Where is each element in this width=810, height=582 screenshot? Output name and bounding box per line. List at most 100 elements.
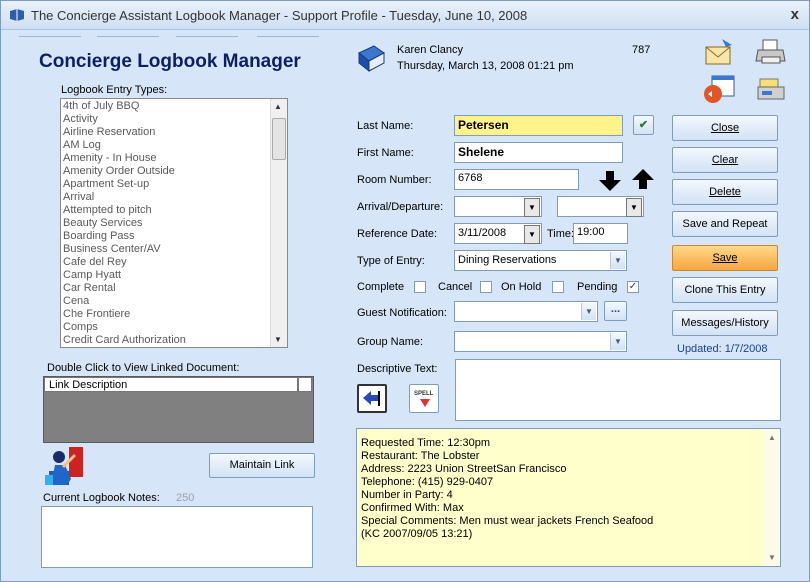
entry-type-item[interactable]: Cena	[63, 295, 269, 308]
notes-count: 250	[176, 492, 195, 504]
chevron-down-icon[interactable]: ▼	[581, 303, 596, 320]
entry-type-item[interactable]: Credit Card Authorization	[63, 334, 269, 347]
room-number-input[interactable]: 6768	[454, 169, 579, 190]
entry-type-item[interactable]: Airline Reservation	[63, 126, 269, 139]
entry-types-items: 4th of July BBQ Activity Airline Reservati…	[63, 100, 269, 347]
entry-type-item[interactable]: Business Center/AV	[63, 243, 269, 256]
type-of-entry-dropdown[interactable]: Dining Reservations ▼	[454, 250, 627, 271]
on-hold-label: On Hold	[501, 281, 542, 293]
arrow-left-icon	[363, 391, 380, 406]
guest-notification-dropdown[interactable]: ▼	[454, 301, 598, 322]
delete-button[interactable]: Delete	[672, 179, 778, 205]
linked-docs-label: Double Click to View Linked Document:	[47, 362, 240, 374]
group-name-dropdown[interactable]: ▼	[454, 331, 627, 352]
last-name-input[interactable]: Petersen	[454, 115, 623, 136]
guest-notification-label: Guest Notification:	[357, 307, 447, 319]
clone-entry-button[interactable]: Clone This Entry	[672, 277, 778, 303]
arrow-down-icon[interactable]	[599, 171, 621, 191]
chevron-down-icon[interactable]: ▼	[610, 333, 625, 350]
link-header-extra	[298, 377, 312, 392]
calendar-icon[interactable]	[702, 74, 736, 104]
departure-date-dropdown[interactable]: ▼	[557, 196, 644, 217]
save-button[interactable]: Save	[672, 245, 778, 271]
verify-check-button[interactable]: ✔	[633, 115, 654, 135]
scroll-up-icon[interactable]: ▲	[274, 102, 282, 111]
details-line: Special Comments: Men must wear jackets …	[361, 515, 654, 527]
user-name: Karen Clancy	[397, 44, 464, 56]
first-name-input[interactable]: Shelene	[454, 142, 623, 163]
entry-type-item[interactable]: 4th of July BBQ	[63, 100, 269, 113]
divider	[19, 36, 81, 37]
arrow-up-icon[interactable]	[632, 169, 654, 189]
reference-date-value: 3/11/2008	[458, 227, 507, 239]
entry-type-item[interactable]: Activity	[63, 113, 269, 126]
entry-type-item[interactable]: Amenity - In House	[63, 152, 269, 165]
entry-type-item[interactable]: Che Frontiere	[63, 308, 269, 321]
spell-check-button[interactable]: SPELL	[409, 384, 439, 413]
scroll-down-icon[interactable]: ▼	[274, 335, 282, 344]
entry-type-item[interactable]: Comps	[63, 321, 269, 334]
scroll-thumb[interactable]	[272, 118, 286, 160]
entry-type-item[interactable]: Cafe del Rey	[63, 256, 269, 269]
details-line: Requested Time: 12:30pm	[361, 437, 491, 449]
pending-label: Pending	[577, 281, 618, 293]
user-datetime: Thursday, March 13, 2008 01:21 pm	[397, 60, 574, 72]
app-heading: Concierge Logbook Manager	[39, 51, 301, 72]
reservation-details-textarea[interactable]: Requested Time: 12:30pm Restaurant: The L…	[356, 428, 781, 567]
printer-icon[interactable]	[755, 37, 787, 67]
scroll-down-icon[interactable]: ▼	[768, 553, 776, 562]
first-name-label: First Name:	[357, 147, 414, 159]
chevron-down-icon[interactable]: ▼	[626, 198, 642, 217]
complete-label: Complete	[357, 281, 405, 293]
entry-type-item[interactable]: Apartment Set-up	[63, 178, 269, 191]
details-scrollbar[interactable]: ▲ ▼	[764, 429, 780, 566]
save-and-repeat-button[interactable]: Save and Repeat	[672, 211, 778, 237]
messages-history-button[interactable]: Messages/History	[672, 310, 778, 336]
maintain-link-button[interactable]: Maintain Link	[209, 453, 315, 478]
arrival-date-dropdown[interactable]: ▼	[454, 196, 542, 217]
app-icon	[10, 9, 24, 21]
email-icon[interactable]	[704, 37, 734, 67]
entry-type-item[interactable]: Arrival	[63, 191, 269, 204]
complete-checkbox[interactable]	[414, 281, 426, 293]
details-line: Address: 2223 Union StreetSan Francisco	[361, 463, 567, 475]
entry-type-item[interactable]: AM Log	[63, 139, 269, 152]
chevron-down-icon[interactable]: ▼	[524, 198, 540, 217]
details-lines: Requested Time: 12:30pm Restaurant: The L…	[361, 437, 762, 541]
entry-type-item[interactable]: Attempted to pitch	[63, 204, 269, 217]
reference-date-dropdown[interactable]: 3/11/2008 ▼	[454, 223, 542, 244]
fax-icon[interactable]	[756, 77, 786, 105]
current-notes-textarea[interactable]	[41, 506, 313, 568]
clear-button[interactable]: Clear	[672, 147, 778, 173]
close-window-icon[interactable]: x	[791, 6, 799, 23]
pending-checkbox[interactable]: ✓	[627, 281, 639, 293]
chevron-down-icon[interactable]: ▼	[524, 225, 540, 244]
chevron-down-icon[interactable]: ▼	[610, 252, 625, 269]
entry-type-item[interactable]: Camp Hyatt	[63, 269, 269, 282]
guest-notification-browse-button[interactable]: ...	[604, 301, 627, 321]
details-line: (KC 2007/09/05 13:21)	[361, 528, 473, 540]
entry-type-item[interactable]: Beauty Services	[63, 217, 269, 230]
link-description-header[interactable]: Link Description	[44, 377, 298, 392]
linked-docs-grid[interactable]: Link Description	[43, 376, 314, 443]
entry-types-list[interactable]: 4th of July BBQ Activity Airline Reservati…	[60, 98, 288, 348]
cancel-checkbox[interactable]	[480, 281, 492, 293]
insert-text-button[interactable]	[357, 384, 387, 413]
scroll-up-icon[interactable]: ▲	[768, 433, 776, 442]
group-name-label: Group Name:	[357, 336, 424, 348]
user-presentation-icon	[45, 445, 85, 485]
entry-type-item[interactable]: Car Rental	[63, 282, 269, 295]
close-button[interactable]: Close	[672, 115, 778, 141]
type-of-entry-value: Dining Reservations	[458, 254, 557, 266]
details-line: Telephone: (415) 929-0407	[361, 476, 494, 488]
on-hold-checkbox[interactable]	[552, 281, 564, 293]
time-label: Time:	[547, 228, 575, 240]
details-line: Restaurant: The Lobster	[361, 450, 480, 462]
entry-type-item[interactable]: Boarding Pass	[63, 230, 269, 243]
descriptive-text-textarea[interactable]	[455, 359, 781, 421]
list-scrollbar[interactable]: ▲ ▼	[270, 99, 287, 347]
title-bar: The Concierge Assistant Logbook Manager …	[1, 1, 809, 30]
time-input[interactable]: 19:00	[573, 223, 628, 244]
entry-type-item[interactable]: Amenity Order Outside	[63, 165, 269, 178]
type-of-entry-label: Type of Entry:	[357, 255, 425, 267]
